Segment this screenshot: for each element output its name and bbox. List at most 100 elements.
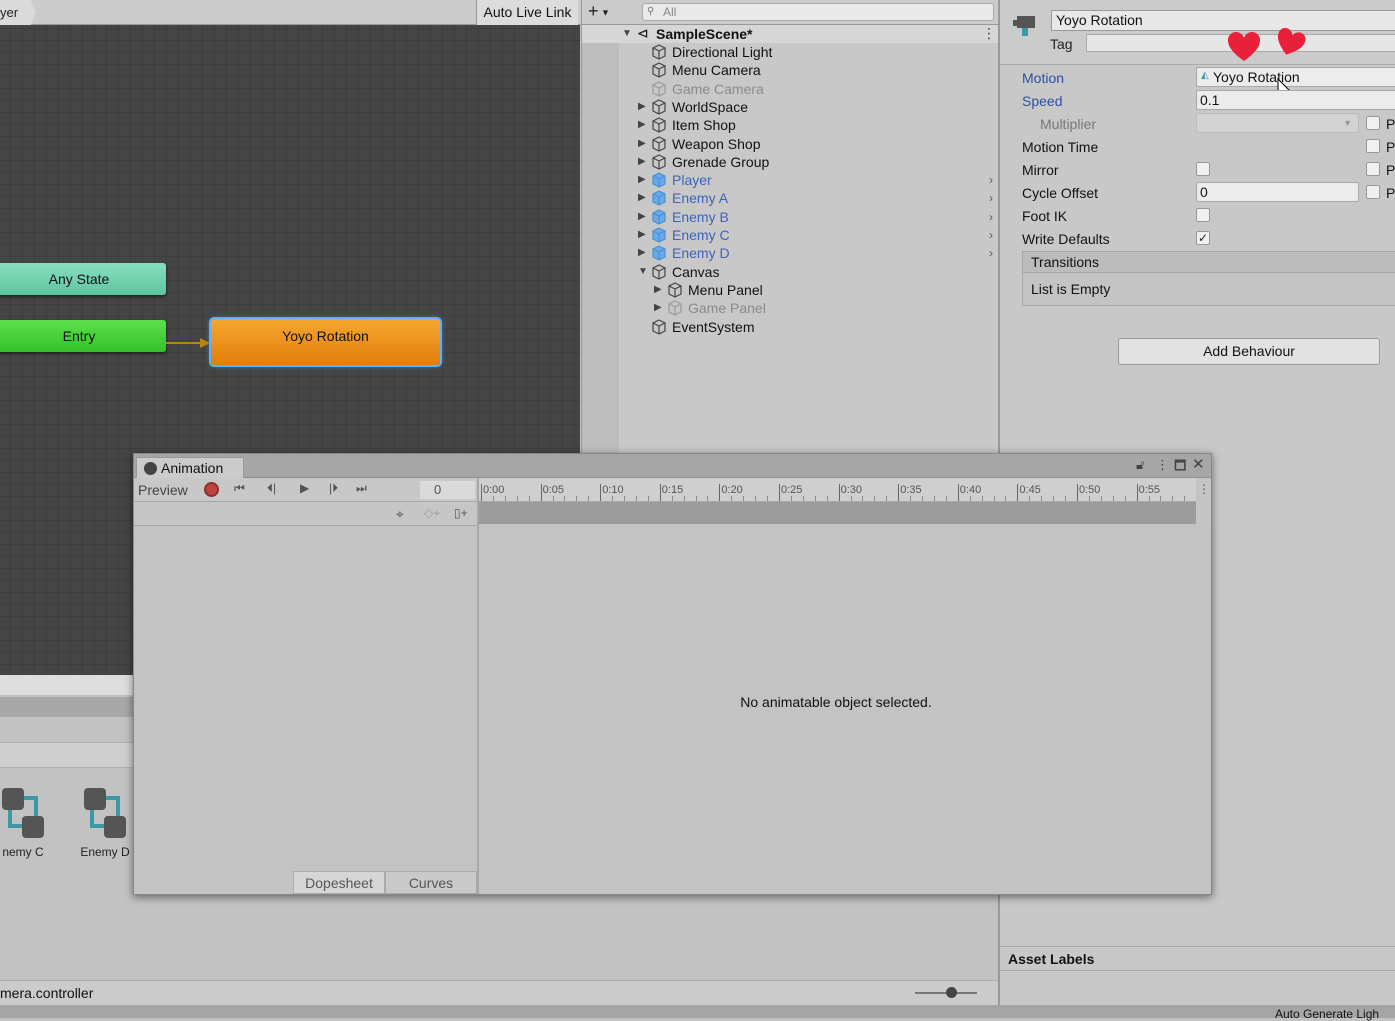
last-frame-icon[interactable]: ⏭	[356, 481, 367, 496]
breadcrumb[interactable]: yer	[0, 0, 36, 25]
next-frame-icon[interactable]: |⏵︎	[329, 481, 338, 496]
more-options-icon[interactable]: ⋮	[1156, 457, 1169, 473]
scene-row[interactable]: ▼ ⊲ SampleScene* ⋮	[582, 25, 999, 43]
chevron-right-icon[interactable]: ›	[989, 208, 993, 226]
expand-arrow-icon[interactable]: ▶	[638, 244, 646, 262]
hierarchy-item[interactable]: ▶ Menu Panel	[582, 281, 999, 299]
previous-frame-icon[interactable]: ⏴︎|	[267, 481, 276, 496]
hierarchy-item[interactable]: ▶ Game Panel	[582, 299, 999, 317]
record-button[interactable]	[204, 482, 219, 497]
expand-arrow-icon[interactable]: ▶	[638, 171, 646, 189]
animation-clip-icon: ◭	[1201, 70, 1209, 81]
timeline-minor-tick	[802, 496, 804, 501]
expand-arrow-icon[interactable]: ▶	[638, 208, 646, 226]
animator-toolbar: yer Auto Live Link	[0, 0, 581, 25]
hierarchy-item[interactable]: Menu Camera	[582, 61, 999, 79]
chevron-right-icon[interactable]: ›	[989, 171, 993, 189]
asset-item[interactable]: nemy C	[0, 786, 58, 859]
asset-labels-header[interactable]: Asset Labels	[1000, 946, 1395, 971]
clock-icon	[144, 462, 157, 475]
mirror-checkbox[interactable]	[1196, 162, 1210, 176]
hierarchy-item[interactable]: ▶ Enemy B ›	[582, 208, 999, 226]
speed-label: Speed	[1022, 93, 1063, 109]
first-frame-icon[interactable]: ⏮	[234, 481, 245, 496]
maximize-icon[interactable]: 🗖︎	[1174, 457, 1186, 479]
timeline-minor-tick	[1160, 496, 1162, 501]
expand-arrow-icon[interactable]: ▶	[654, 281, 662, 299]
state-icon	[1013, 16, 1035, 36]
add-behaviour-button[interactable]: Add Behaviour	[1118, 338, 1380, 365]
timeline-minor-tick	[1100, 496, 1102, 501]
expand-arrow-icon[interactable]: ▶	[638, 189, 646, 207]
lock-icon[interactable]: 🔓︎	[1136, 457, 1144, 473]
close-icon[interactable]: ✕	[1192, 455, 1205, 473]
hierarchy-item-label: Enemy C	[672, 227, 730, 243]
expand-arrow-icon[interactable]: ▼	[622, 28, 632, 39]
asset-item[interactable]: Enemy D	[70, 786, 140, 859]
timeline-minor-tick	[826, 496, 828, 501]
chevron-right-icon[interactable]: ›	[989, 189, 993, 207]
name-field[interactable]: Yoyo Rotation	[1051, 10, 1395, 31]
play-icon[interactable]: ▶	[300, 481, 309, 495]
chevron-right-icon[interactable]: ›	[989, 226, 993, 244]
hierarchy-item[interactable]: ▶ Weapon Shop	[582, 135, 999, 153]
timeline-ruler[interactable]: 0:00 0:05 0:10 0:15 0:20 0:25 0:30 0:35 0:40 0:45…	[479, 478, 1196, 502]
add-keyframe-icon[interactable]: ◇+	[424, 506, 440, 520]
chevron-right-icon[interactable]: ›	[989, 244, 993, 262]
mirror-parameter-checkbox[interactable]	[1366, 162, 1380, 176]
hierarchy-search-input[interactable]: All	[642, 3, 994, 21]
multiplier-dropdown[interactable]: ▼	[1196, 113, 1359, 133]
dopesheet-tab[interactable]: Dopesheet	[293, 871, 385, 894]
motion-field[interactable]: Yoyo Rotation	[1196, 67, 1395, 87]
timeline-tick-label: 0:55	[1138, 484, 1161, 496]
timeline-header-bar[interactable]	[479, 502, 1196, 524]
cycle-offset-parameter-checkbox[interactable]	[1366, 185, 1380, 199]
filter-by-selection-icon[interactable]: ⌖	[396, 506, 404, 523]
hierarchy-item[interactable]: ▶ Enemy D ›	[582, 244, 999, 262]
curves-tab[interactable]: Curves	[385, 871, 477, 894]
timeline-minor-tick	[731, 496, 733, 501]
more-options-icon[interactable]: ⋮	[1198, 482, 1210, 496]
yoyo-rotation-state-node[interactable]: Yoyo Rotation	[211, 319, 440, 365]
gameobject-icon	[652, 135, 666, 152]
cycle-offset-field[interactable]: 0	[1196, 182, 1359, 202]
entry-transition-arrow[interactable]	[166, 336, 211, 350]
speed-field[interactable]: 0.1	[1196, 90, 1395, 110]
expand-arrow-icon[interactable]: ▶	[638, 98, 646, 116]
tab-animation[interactable]: Animation	[136, 457, 244, 478]
collapse-arrow-icon[interactable]: ▼	[638, 263, 648, 281]
expand-arrow-icon[interactable]: ▶	[654, 299, 662, 317]
hierarchy-item[interactable]: ▶ Player ›	[582, 171, 999, 189]
preview-button[interactable]: Preview	[138, 482, 188, 498]
hierarchy-item[interactable]: ▶ Grenade Group	[582, 153, 999, 171]
write-defaults-checkbox[interactable]: ✓	[1196, 231, 1210, 245]
hierarchy-item[interactable]: EventSystem	[582, 318, 999, 336]
multiplier-parameter-checkbox[interactable]	[1366, 116, 1380, 130]
hierarchy-item[interactable]: Game Camera	[582, 80, 999, 98]
hierarchy-item[interactable]: Directional Light	[582, 43, 999, 61]
hierarchy-item[interactable]: ▶ WorldSpace	[582, 98, 999, 116]
entry-node[interactable]: Entry	[0, 320, 166, 352]
expand-arrow-icon[interactable]: ▶	[638, 226, 646, 244]
auto-live-link-button[interactable]: Auto Live Link	[476, 0, 578, 25]
hierarchy-item[interactable]: ▶ Item Shop	[582, 116, 999, 134]
more-options-icon[interactable]: ⋮	[982, 25, 996, 42]
expand-arrow-icon[interactable]: ▶	[638, 135, 646, 153]
frame-field[interactable]: 0	[420, 481, 475, 499]
foot-ik-checkbox[interactable]	[1196, 208, 1210, 222]
add-event-icon[interactable]: ▯+	[454, 506, 468, 520]
hierarchy-item-label: Menu Panel	[688, 281, 763, 298]
status-bar	[0, 1005, 1395, 1018]
hierarchy-item[interactable]: ▶ Enemy C ›	[582, 226, 999, 244]
hierarchy-item[interactable]: ▶ Enemy A ›	[582, 189, 999, 207]
create-dropdown-button[interactable]: + ▼	[588, 1, 610, 22]
expand-arrow-icon[interactable]: ▶	[638, 116, 646, 134]
expand-arrow-icon[interactable]: ▶	[638, 153, 646, 171]
timeline-minor-tick	[993, 496, 995, 501]
any-state-node[interactable]: Any State	[0, 263, 166, 295]
zoom-slider-handle[interactable]	[946, 987, 957, 998]
animation-tabbar: Animation 🔓︎ ⋮ 🗖︎ ✕	[134, 454, 1211, 478]
hierarchy-item[interactable]: ▼ Canvas	[582, 263, 999, 281]
timeline-tick	[1017, 484, 1019, 501]
motion-time-parameter-checkbox[interactable]	[1366, 139, 1380, 153]
